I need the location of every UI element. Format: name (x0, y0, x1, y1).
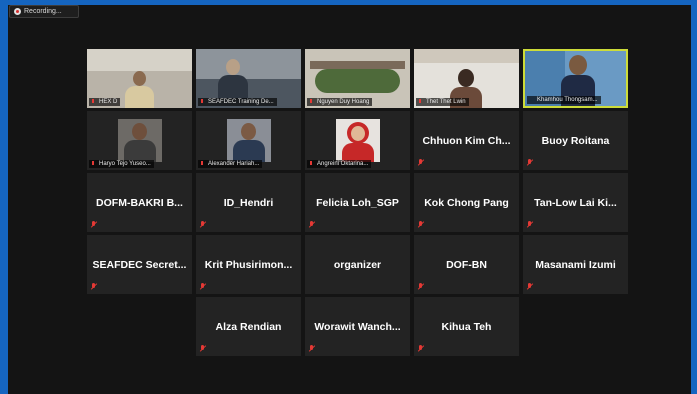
participant-name: Worawit Wanch... (314, 320, 401, 333)
participant-name: DOF-BN (446, 258, 487, 271)
room-wall (87, 49, 192, 71)
name-tile[interactable]: Kok Chong Pang (414, 173, 519, 232)
participant-name-label: Nguyen Duy Hoang (307, 98, 373, 106)
muted-mic-icon (91, 221, 97, 228)
participant-name-label: Khamhou Thongsam... (527, 96, 601, 104)
muted-mic-icon (200, 345, 206, 352)
muted-mic-icon (200, 283, 206, 290)
name-tile[interactable]: ID_Hendri (196, 173, 301, 232)
muted-mic-icon (309, 221, 315, 228)
name-tile[interactable]: Tan-Low Lai Ki... (523, 173, 628, 232)
participant-name: Masanami Izumi (535, 258, 616, 271)
participant-name-label: Alexander Hariah... (198, 160, 263, 168)
participant-name: Felicia Loh_SGP (316, 196, 399, 209)
conference-table (315, 69, 400, 93)
video-tile[interactable]: Nguyen Duy Hoang (305, 49, 410, 108)
name-tile[interactable]: DOFM-BAKRI B... (87, 173, 192, 232)
participant-body (218, 75, 248, 99)
participant-gallery: HEX D SEAFDEC Training De... Nguyen Duy … (87, 49, 628, 357)
muted-mic-icon (91, 161, 95, 167)
participant-face (133, 71, 146, 86)
recording-indicator[interactable]: Recording... (9, 5, 79, 18)
muted-mic-icon (200, 99, 204, 105)
room-people (310, 61, 405, 69)
participant-name-label: Haryo Tejo Yuseo... (89, 160, 154, 168)
muted-mic-icon (527, 283, 533, 290)
participant-name: Kihua Teh (441, 320, 492, 333)
muted-mic-icon (418, 345, 424, 352)
participant-body (125, 86, 154, 108)
participant-thumbnail (336, 119, 380, 162)
video-tile[interactable]: Angreini Oktarina... (305, 111, 410, 170)
room-window (414, 49, 519, 63)
name-tile[interactable]: Kihua Teh (414, 297, 519, 356)
participant-name: organizer (333, 258, 382, 271)
name-tile[interactable]: Krit Phusirimon... (196, 235, 301, 294)
participant-name: Krit Phusirimon... (204, 258, 293, 271)
recording-label: Recording... (24, 8, 62, 15)
muted-mic-icon (91, 283, 97, 290)
muted-mic-icon (418, 283, 424, 290)
muted-mic-icon (91, 99, 95, 105)
name-tile[interactable]: Masanami Izumi (523, 235, 628, 294)
name-tile[interactable]: Worawit Wanch... (305, 297, 410, 356)
name-tile[interactable]: Alza Rendian (196, 297, 301, 356)
participant-name-label: SEAFDEC Training De... (198, 98, 277, 106)
video-tile[interactable]: Haryo Tejo Yuseo... (87, 111, 192, 170)
muted-mic-icon (418, 99, 422, 105)
muted-mic-icon (309, 345, 315, 352)
participant-face (226, 59, 240, 75)
muted-mic-icon (527, 159, 533, 166)
recording-icon (14, 8, 21, 15)
video-tile[interactable]: Thet Thet Lwin (414, 49, 519, 108)
video-tile-active-speaker[interactable]: Khamhou Thongsam... (523, 49, 628, 108)
muted-mic-icon (418, 159, 424, 166)
participant-name-label: Thet Thet Lwin (416, 98, 469, 106)
participant-thumbnail (227, 119, 271, 162)
muted-mic-icon (200, 161, 204, 167)
name-tile[interactable]: Buoy Roitana (523, 111, 628, 170)
participant-face (458, 69, 474, 87)
muted-mic-icon (527, 221, 533, 228)
participant-thumbnail (118, 119, 162, 162)
video-tile[interactable]: HEX D (87, 49, 192, 108)
participant-name: SEAFDEC Secret... (92, 258, 187, 271)
muted-mic-icon (200, 221, 206, 228)
video-tile[interactable]: Alexander Hariah... (196, 111, 301, 170)
muted-mic-icon (309, 161, 313, 167)
participant-name: Kok Chong Pang (424, 196, 509, 209)
participant-name-label: HEX D (89, 98, 121, 106)
participant-name: Chhuon Kim Ch... (422, 134, 511, 147)
participant-name: ID_Hendri (223, 196, 274, 209)
participant-name: Alza Rendian (215, 320, 282, 333)
participant-name: Buoy Roitana (541, 134, 610, 147)
participant-name: Tan-Low Lai Ki... (534, 196, 617, 209)
name-tile[interactable]: Chhuon Kim Ch... (414, 111, 519, 170)
name-tile[interactable]: DOF-BN (414, 235, 519, 294)
participant-face (569, 55, 587, 75)
participant-name-label: Angreini Oktarina... (307, 160, 372, 168)
muted-mic-icon (309, 99, 313, 105)
name-tile[interactable]: Felicia Loh_SGP (305, 173, 410, 232)
video-tile[interactable]: SEAFDEC Training De... (196, 49, 301, 108)
name-tile[interactable]: organizer (305, 235, 410, 294)
muted-mic-icon (418, 221, 424, 228)
name-tile[interactable]: SEAFDEC Secret... (87, 235, 192, 294)
participant-name: DOFM-BAKRI B... (96, 196, 183, 209)
